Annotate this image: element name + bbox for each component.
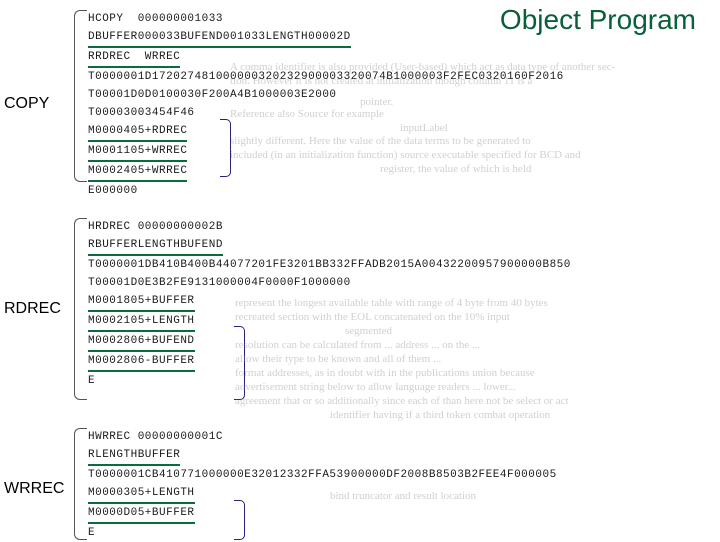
- background-ghost-text: agreement that or so additionally since …: [235, 395, 569, 407]
- code-line: T00001D0E3B2FE9131000004F0000F1000000: [88, 274, 571, 292]
- underlined-text: M0001805+BUFFER: [88, 292, 195, 312]
- code-line: E000000: [88, 182, 564, 200]
- code-line: M0000405+RDREC: [88, 122, 564, 142]
- code-line: M0001105+WRREC: [88, 142, 564, 162]
- underlined-text: M0000D05+BUFFER: [88, 504, 195, 524]
- brace-icon: [74, 218, 87, 400]
- code-line: M0002105+LENGTH: [88, 312, 571, 332]
- code-line: M0002405+WRREC: [88, 162, 564, 182]
- underlined-text: M0001105+WRREC: [88, 142, 187, 162]
- brace-icon: [74, 10, 87, 182]
- code-line: HWRREC 00000000001C: [88, 428, 557, 446]
- code-line: T00001D0D0100030F200A4B1000003E2000: [88, 86, 564, 104]
- code-line: E: [88, 524, 557, 542]
- underlined-text: M0002105+LENGTH: [88, 312, 195, 332]
- underlined-text: RRDREC WRREC: [88, 48, 180, 68]
- underlined-text: M0002405+WRREC: [88, 162, 187, 182]
- underlined-text: M0002806-BUFFER: [88, 352, 195, 372]
- code-line: HRDREC 00000000002B: [88, 218, 571, 236]
- code-line: M0002806+BUFEND: [88, 332, 571, 352]
- section-label: WRREC: [4, 480, 64, 498]
- underlined-text: M0000305+LENGTH: [88, 484, 195, 504]
- underlined-text: DBUFFER000033BUFEND001033LENGTH00002D: [88, 28, 351, 48]
- code-line: M0002806-BUFFER: [88, 352, 571, 372]
- code-line: M0000305+LENGTH: [88, 484, 557, 504]
- code-line: T0000001D1720274810000003202329000033200…: [88, 68, 564, 86]
- brace-icon: [74, 428, 87, 540]
- code-block: HCOPY 000000001033DBUFFER000033BUFEND001…: [88, 10, 564, 200]
- code-line: T0000001DB410B400B44077201FE3201BB332FFA…: [88, 256, 571, 274]
- section-label: RDREC: [4, 300, 61, 318]
- underlined-text: RBUFFERLENGTHBUFEND: [88, 236, 223, 256]
- code-line: DBUFFER000033BUFEND001033LENGTH00002D: [88, 28, 564, 48]
- code-line: RRDREC WRREC: [88, 48, 564, 68]
- code-line: M0000D05+BUFFER: [88, 504, 557, 524]
- code-line: E: [88, 372, 571, 390]
- code-line: RBUFFERLENGTHBUFEND: [88, 236, 571, 256]
- section-label: COPY: [4, 95, 49, 113]
- underlined-text: RLENGTHBUFFER: [88, 446, 180, 466]
- underlined-text: M0002806+BUFEND: [88, 332, 195, 352]
- code-line: T0000001CB410771000000E32012332FFA539000…: [88, 466, 557, 484]
- code-line: M0001805+BUFFER: [88, 292, 571, 312]
- background-ghost-text: identifier having if a third token comba…: [330, 409, 550, 421]
- code-line: HCOPY 000000001033: [88, 10, 564, 28]
- underlined-text: M0000405+RDREC: [88, 122, 187, 142]
- code-block: HWRREC 00000000001CRLENGTHBUFFERT0000001…: [88, 428, 557, 542]
- code-line: RLENGTHBUFFER: [88, 446, 557, 466]
- code-block: HRDREC 00000000002BRBUFFERLENGTHBUFENDT0…: [88, 218, 571, 390]
- code-line: T00003003454F46: [88, 104, 564, 122]
